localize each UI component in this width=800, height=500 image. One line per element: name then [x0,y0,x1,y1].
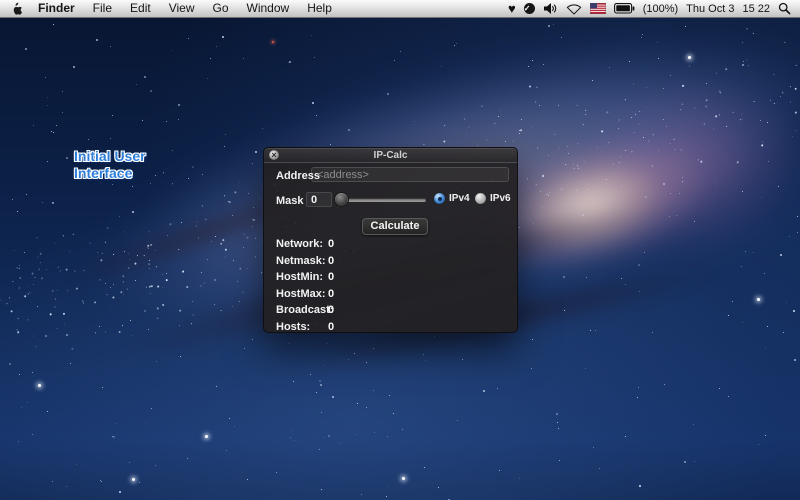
result-label: HostMax: [276,288,326,300]
battery-percentage: (100%) [643,3,678,15]
annotation-line-1: Initial User [74,148,146,165]
wifi-off-icon[interactable] [566,3,582,15]
heart-icon[interactable]: ♥ [508,0,516,17]
menu-clock-time[interactable]: 15 22 [742,3,770,15]
desktop: Finder File Edit View Go Window Help ♥ ✓ [0,0,800,500]
menu-bar: Finder File Edit View Go Window Help ♥ ✓ [0,0,800,18]
results-list: Network: 0 Netmask: 0 HostMin: 0 HostMax… [276,237,507,337]
address-input[interactable] [311,167,509,182]
checkmark-circle-icon[interactable]: ✓ [524,3,535,14]
ipv4-radio[interactable]: IPv4 [434,193,470,204]
result-label: Broadcast: [276,304,333,316]
result-value: 0 [328,271,334,283]
result-label: HostMin: [276,271,323,283]
result-value: 0 [328,255,334,267]
result-row-network: Network: 0 [276,237,507,254]
apple-menu[interactable] [9,2,29,16]
ip-calc-window: IP-Calc × Address Mask IPv4 IPv6 Calcula… [263,147,518,333]
mask-slider-knob[interactable] [335,193,348,206]
menu-window[interactable]: Window [238,0,299,17]
window-title: IP-Calc [264,150,517,161]
us-flag-icon[interactable] [590,3,606,14]
battery-icon[interactable] [614,3,635,14]
menu-go[interactable]: Go [204,0,238,17]
ipv4-radio-dot[interactable] [434,193,445,204]
result-value: 0 [328,288,334,300]
galaxy-pink-region [542,56,800,285]
ipv6-radio-label: IPv6 [490,193,511,204]
result-value: 0 [328,304,334,316]
mask-slider[interactable] [336,192,426,207]
result-value: 0 [328,321,334,333]
annotation-line-2: Interface [74,165,146,182]
apple-logo-icon [11,2,23,16]
volume-icon[interactable] [543,2,558,15]
mask-label: Mask [276,195,304,207]
calculate-button[interactable]: Calculate [362,218,428,235]
result-row-netmask: Netmask: 0 [276,254,507,271]
mask-slider-track[interactable] [336,198,426,202]
menu-finder[interactable]: Finder [29,0,84,17]
result-row-broadcast: Broadcast: 0 [276,303,507,320]
close-button[interactable]: × [269,150,279,160]
result-value: 0 [328,238,334,250]
window-titlebar[interactable]: IP-Calc × [264,148,517,163]
ipv4-radio-label: IPv4 [449,193,470,204]
result-row-hostmin: HostMin: 0 [276,270,507,287]
ipv6-radio-dot[interactable] [475,193,486,204]
mask-value-input[interactable] [306,192,332,207]
menu-edit[interactable]: Edit [121,0,160,17]
result-label: Hosts: [276,321,310,333]
menu-clock-date[interactable]: Thu Oct 3 [686,3,734,15]
menu-help[interactable]: Help [298,0,341,17]
menu-file[interactable]: File [84,0,121,17]
result-label: Network: [276,238,323,250]
menu-view[interactable]: View [160,0,204,17]
spotlight-icon[interactable] [778,2,791,15]
annotation-text: Initial User Interface [74,148,146,182]
ipv6-radio[interactable]: IPv6 [475,193,511,204]
result-row-hostmax: HostMax: 0 [276,287,507,304]
result-row-hosts: Hosts: 0 [276,320,507,337]
result-label: Netmask: [276,255,326,267]
